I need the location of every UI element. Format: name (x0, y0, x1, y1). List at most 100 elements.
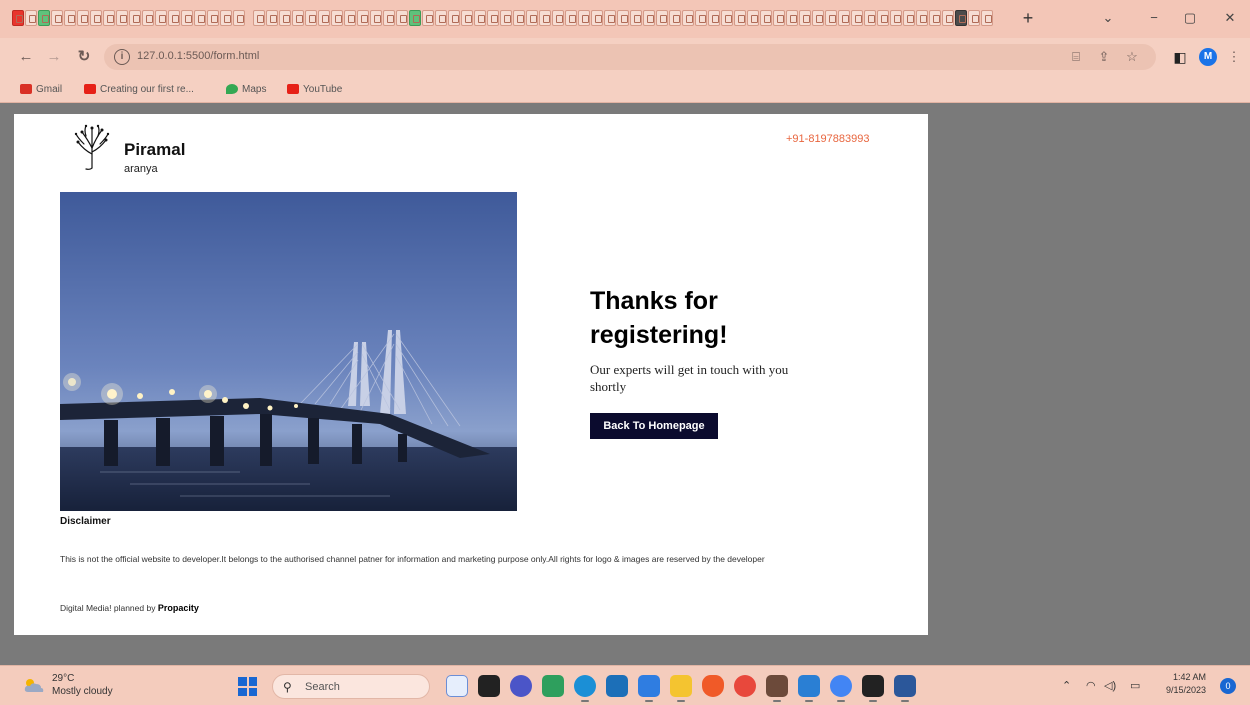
browser-tab[interactable] (942, 10, 954, 26)
browser-tab[interactable] (266, 10, 278, 26)
browser-tab[interactable] (747, 10, 759, 26)
task-view-icon[interactable] (478, 675, 500, 697)
browser-tab[interactable] (129, 10, 141, 26)
browser-tab[interactable] (760, 10, 772, 26)
chat-app-icon[interactable] (510, 675, 532, 697)
browser-tab[interactable] (487, 10, 499, 26)
maximize-button[interactable]: ▢ (1176, 8, 1204, 28)
clock-date[interactable]: 9/15/2023 (1160, 685, 1206, 695)
browser-tab[interactable] (669, 10, 681, 26)
url-text[interactable]: 127.0.0.1:5500/form.html (137, 50, 259, 62)
forward-arrow-icon[interactable]: → (44, 47, 64, 67)
browser-tab[interactable] (630, 10, 642, 26)
cloudy-weather-icon[interactable] (22, 676, 46, 694)
browser-tab[interactable] (396, 10, 408, 26)
browser-tab[interactable] (25, 10, 37, 26)
bookmark-gmail[interactable]: Gmail (20, 82, 62, 96)
browser-tab[interactable] (708, 10, 720, 26)
clock-time[interactable]: 1:42 AM (1172, 672, 1206, 682)
phone-number-link[interactable]: +91-8197883993 (786, 133, 870, 145)
browser-tab[interactable] (890, 10, 902, 26)
weather-temperature[interactable]: 29°C (52, 673, 74, 684)
edge-browser-icon[interactable] (574, 675, 596, 702)
minimize-button[interactable]: − (1140, 8, 1168, 28)
file-explorer-icon[interactable] (670, 675, 692, 702)
browser-tab[interactable] (435, 10, 447, 26)
browser-tab[interactable] (155, 10, 167, 26)
bookmark-creating[interactable]: Creating our first re... (84, 82, 194, 96)
browser-tab[interactable] (812, 10, 824, 26)
browser-tab[interactable] (786, 10, 798, 26)
browser-tab[interactable] (682, 10, 694, 26)
browser-tab[interactable] (448, 10, 460, 26)
browser-tab[interactable] (617, 10, 629, 26)
windows-start-icon[interactable] (238, 677, 257, 696)
close-window-button[interactable]: ✕ (1216, 8, 1244, 28)
browser-tab[interactable] (656, 10, 668, 26)
firefox-icon[interactable] (734, 675, 756, 697)
browser-tab[interactable] (461, 10, 473, 26)
browser-tab[interactable] (305, 10, 317, 26)
browser-tab[interactable] (246, 10, 252, 26)
browser-tab[interactable] (90, 10, 102, 26)
browser-tab[interactable] (513, 10, 525, 26)
vscode-icon[interactable] (798, 675, 820, 702)
browser-tab[interactable] (851, 10, 863, 26)
browser-tab[interactable] (955, 10, 967, 26)
browser-tab[interactable] (344, 10, 356, 26)
browser-tab[interactable] (103, 10, 115, 26)
share-icon[interactable]: ⇪ (1094, 47, 1114, 67)
browser-tab[interactable] (526, 10, 538, 26)
browser-tab[interactable] (552, 10, 564, 26)
browser-tab[interactable] (981, 10, 993, 26)
browser-tab[interactable] (357, 10, 369, 26)
widgets-app-icon[interactable] (446, 675, 468, 697)
browser-tab[interactable] (773, 10, 785, 26)
browser-tab[interactable] (903, 10, 915, 26)
terminal-icon[interactable] (862, 675, 884, 702)
back-to-homepage-button[interactable]: Back To Homepage (590, 413, 718, 439)
wifi-icon[interactable]: ◠ (1086, 679, 1096, 692)
browser-tab[interactable] (64, 10, 76, 26)
browser-tab[interactable] (604, 10, 616, 26)
browser-tab[interactable] (578, 10, 590, 26)
translate-icon[interactable]: ⌸ (1066, 47, 1086, 67)
browser-tab[interactable] (142, 10, 154, 26)
browser-tab[interactable] (695, 10, 707, 26)
browser-tab[interactable] (207, 10, 219, 26)
address-bar[interactable]: i 127.0.0.1:5500/form.html ⌸ ⇪ ☆ (104, 44, 1156, 70)
browser-tab[interactable] (500, 10, 512, 26)
browser-tab[interactable] (331, 10, 343, 26)
reload-icon[interactable]: ↻ (74, 47, 94, 67)
browser-tab[interactable] (77, 10, 89, 26)
browser-tab[interactable] (233, 10, 245, 26)
browser-tab[interactable] (929, 10, 941, 26)
word-app-icon[interactable] (894, 675, 916, 702)
chrome-icon[interactable] (830, 675, 852, 702)
browser-tab[interactable] (864, 10, 876, 26)
new-tab-button[interactable]: + (1018, 8, 1038, 28)
browser-tab[interactable] (38, 10, 50, 26)
chevron-up-icon[interactable]: ⌃ (1062, 679, 1071, 692)
browser-tab[interactable] (539, 10, 551, 26)
menu-kebab-icon[interactable]: ⋮ (1224, 47, 1244, 67)
browser-tab[interactable] (825, 10, 837, 26)
browser-tab[interactable] (12, 10, 24, 26)
browser-tab[interactable] (220, 10, 232, 26)
browser-tab[interactable] (194, 10, 206, 26)
notification-badge[interactable]: 0 (1220, 678, 1236, 694)
browser-tab[interactable] (565, 10, 577, 26)
browser-tab[interactable] (409, 10, 421, 26)
side-panel-icon[interactable]: ◧ (1170, 47, 1190, 67)
browser-tab[interactable] (422, 10, 434, 26)
browser-tab[interactable] (734, 10, 746, 26)
browser-tab[interactable] (318, 10, 330, 26)
browser-tab[interactable] (799, 10, 811, 26)
browser-tab[interactable] (968, 10, 980, 26)
browser-tab[interactable] (279, 10, 291, 26)
site-info-icon[interactable]: i (114, 49, 130, 65)
battery-icon[interactable]: ▭ (1130, 679, 1140, 692)
browser-tab[interactable] (383, 10, 395, 26)
mail-app-icon[interactable] (638, 675, 660, 702)
browser-tab[interactable] (116, 10, 128, 26)
